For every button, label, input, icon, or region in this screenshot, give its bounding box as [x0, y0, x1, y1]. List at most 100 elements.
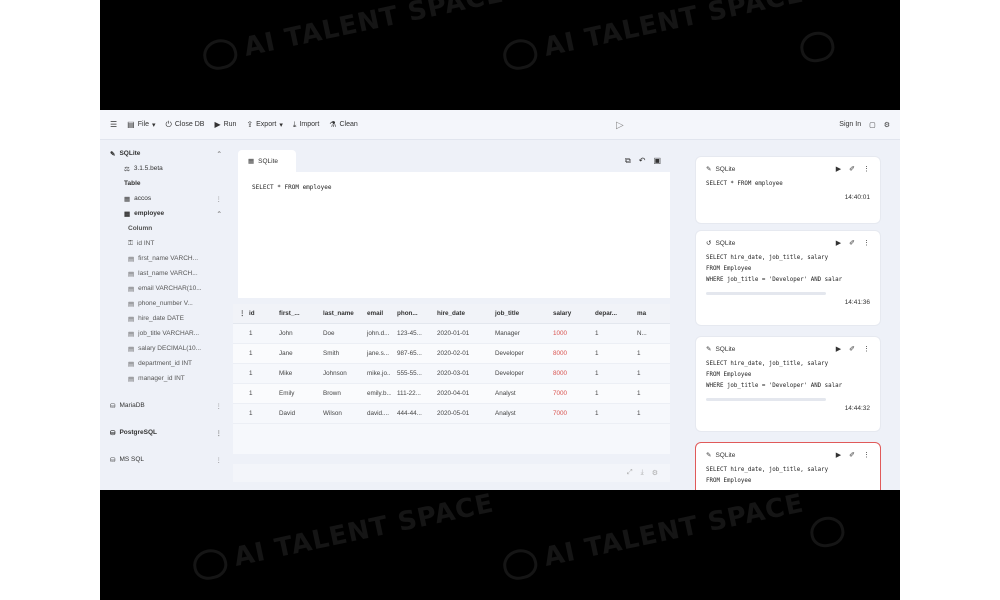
sidebar: ✎ SQLite ⌃ ⚖ 3.1.5.beta Table ▦ accos ⋮ ▦ empl… — [100, 140, 230, 490]
key-icon: ⚿ — [128, 239, 133, 247]
sidebar-item-accos[interactable]: ▦ accos ⋮ — [110, 191, 222, 206]
tab-sqlite[interactable]: ▦ SQLite — [238, 150, 296, 172]
table-cell: 1 — [637, 410, 641, 417]
column-handle[interactable]: ⋮ — [233, 310, 243, 317]
history-card-selected[interactable]: ✎ SQLite ▶ ✐ ⋮ SELECT hire_date, job_title,… — [695, 442, 881, 490]
sidebar-item-mariadb[interactable]: ⛁ MariaDB ⋮ — [110, 398, 222, 413]
window-icon[interactable]: ▢ — [869, 121, 876, 129]
sidebar-item-mssql[interactable]: ⛁ MS SQL ⋮ — [110, 452, 222, 467]
more-icon[interactable]: ⋮ — [216, 456, 223, 464]
column-icon: ▤ — [128, 375, 135, 383]
history-query-line: FROM Employee — [706, 266, 752, 272]
more-icon[interactable]: ⋮ — [863, 165, 870, 173]
header-cell[interactable]: ma — [631, 310, 653, 317]
chevron-up-icon[interactable]: ⌃ — [217, 150, 222, 158]
header-cell[interactable]: salary — [547, 310, 589, 317]
table-row[interactable]: 1 John Doe john.d... 123-45... 2020-01-0… — [233, 324, 670, 344]
column-item[interactable]: ▤ phone_number V... — [110, 296, 222, 311]
save-icon[interactable]: ▣ — [653, 156, 661, 166]
header-cell[interactable]: last_name — [317, 310, 361, 317]
database-icon: ⛁ — [110, 456, 116, 464]
more-icon[interactable]: ⋮ — [863, 451, 870, 459]
pencil-icon: ✎ — [706, 346, 712, 353]
table-row[interactable]: 1 Mike Johnson mike.jo... 555-55... 2020… — [233, 364, 670, 384]
header-cell[interactable]: job_title — [489, 310, 547, 317]
import-button[interactable]: ⤓ Import — [293, 120, 319, 130]
table-cell: Emily — [279, 390, 295, 397]
history-card[interactable]: ↺ SQLite ▶ ✐ ⋮ SELECT hire_date, job_title,… — [695, 230, 881, 326]
column-item[interactable]: ▤ department_id INT — [110, 356, 222, 371]
table-cell: 1 — [637, 350, 641, 357]
column-item[interactable]: ▤ salary DECIMAL(10... — [110, 341, 222, 356]
file-menu[interactable]: ▤ File ▾ — [127, 120, 155, 129]
column-icon: ▤ — [128, 315, 135, 323]
header-cell[interactable]: first_... — [273, 310, 317, 317]
column-item[interactable]: ⚿ id INT — [110, 236, 222, 251]
history-card[interactable]: ✎ SQLite ▶ ✐ ⋮ SELECT * FROM employee 14:40… — [695, 156, 881, 224]
play-icon[interactable]: ▶ — [836, 239, 841, 247]
settings-icon[interactable]: ⚙ — [652, 469, 658, 477]
horizontal-scrollbar[interactable] — [706, 398, 826, 401]
column-item[interactable]: ▤ first_name VARCH... — [110, 251, 222, 266]
play-icon[interactable]: ▶ — [836, 451, 841, 459]
settings-icon[interactable]: ⚙ — [884, 121, 890, 129]
copy-icon[interactable]: ⧉ — [625, 156, 631, 166]
download-icon[interactable]: ⤓ — [641, 469, 644, 477]
table-row[interactable]: 1 Jane Smith jane.s... 987-65... 2020-02… — [233, 344, 670, 364]
run-button[interactable]: ▶ Run — [214, 120, 236, 129]
history-query-line: SELECT hire_date, job_title, salary — [706, 361, 829, 367]
more-icon[interactable]: ⋮ — [863, 239, 870, 247]
more-icon[interactable]: ⋮ — [216, 402, 223, 410]
sql-editor[interactable]: SELECT * FROM employee — [238, 172, 670, 298]
table-row[interactable]: 1 David Wilson david.... 444-44... 2020-… — [233, 404, 670, 424]
horizontal-scrollbar[interactable] — [706, 292, 826, 295]
close-db-button[interactable]: ⏻ Close DB — [166, 120, 205, 130]
hamburger-icon[interactable]: ☰ — [110, 120, 117, 129]
brain-logo-icon — [200, 35, 240, 73]
sidebar-item-employee[interactable]: ▦ employee ⌃ — [110, 206, 222, 221]
column-item[interactable]: ▤ last_name VARCH... — [110, 266, 222, 281]
edit-icon[interactable]: ✐ — [849, 239, 855, 247]
history-card[interactable]: ✎ SQLite ▶ ✐ ⋮ SELECT hire_date, job_title,… — [695, 336, 881, 432]
expand-icon[interactable]: ⤢ — [627, 469, 633, 477]
watermark: AI TALENT SPACE — [500, 488, 807, 583]
sidebar-item-sqlite[interactable]: ✎ SQLite ⌃ — [110, 146, 222, 161]
header-cell[interactable]: depar... — [589, 310, 631, 317]
clean-button[interactable]: ⚗ Clean — [329, 120, 357, 129]
undo-icon[interactable]: ↶ — [639, 156, 646, 166]
version-icon: ⚖ — [124, 165, 130, 173]
play-icon[interactable]: ▶ — [836, 165, 841, 173]
edit-icon[interactable]: ✐ — [849, 345, 855, 353]
edit-icon[interactable]: ✐ — [849, 165, 855, 173]
app-window: ☰ ▤ File ▾ ⏻ Close DB ▶ Run ⇪ Export ▾ ⤓ Impo… — [100, 110, 900, 490]
import-icon: ⤓ — [292, 119, 297, 129]
pencil-icon: ✎ — [706, 166, 712, 173]
table-cell: Analyst — [495, 390, 516, 397]
video-frame: AI TALENT SPACE AI TALENT SPACE AI TALEN… — [100, 0, 900, 600]
column-item[interactable]: ▤ manager_id INT — [110, 371, 222, 386]
table-cell: Johnson — [323, 370, 347, 377]
edit-icon[interactable]: ✐ — [849, 451, 855, 459]
table-row[interactable]: 1 Emily Brown emily.b... 111-22... 2020-… — [233, 384, 670, 404]
header-cell[interactable]: id — [243, 310, 273, 317]
table-cell: Developer — [495, 350, 524, 357]
column-item[interactable]: ▤ hire_date DATE — [110, 311, 222, 326]
more-icon[interactable]: ⋮ — [216, 429, 223, 437]
play-icon: ▶ — [214, 120, 221, 129]
column-item[interactable]: ▤ job_title VARCHAR... — [110, 326, 222, 341]
table-cell: Jane — [279, 350, 293, 357]
header-cell[interactable]: hire_date — [431, 310, 489, 317]
column-icon: ▤ — [128, 285, 135, 293]
table-cell: 1 — [595, 330, 599, 337]
table-cell: Analyst — [495, 410, 516, 417]
export-menu[interactable]: ⇪ Export ▾ — [246, 120, 282, 129]
more-icon[interactable]: ⋮ — [216, 195, 223, 203]
play-icon[interactable]: ▶ — [836, 345, 841, 353]
more-icon[interactable]: ⋮ — [863, 345, 870, 353]
header-cell[interactable]: phon... — [391, 310, 431, 317]
sidebar-item-postgresql[interactable]: ⛁ PostgreSQL ⋮ — [110, 425, 222, 440]
sign-in-button[interactable]: Sign In — [839, 121, 861, 128]
header-cell[interactable]: email — [361, 310, 391, 317]
column-item[interactable]: ▤ email VARCHAR(10... — [110, 281, 222, 296]
chevron-up-icon[interactable]: ⌃ — [217, 210, 222, 218]
